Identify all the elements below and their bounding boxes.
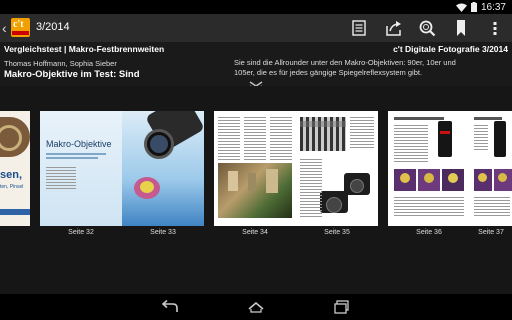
article-teaser: Sie sind die Allrounder unter den Makro-… <box>234 58 456 77</box>
article-authors: Thomas Hoffmann, Sophia Sieber <box>4 59 117 68</box>
share-icon[interactable] <box>385 19 403 37</box>
page-headline: Makro-Objektive <box>46 139 112 149</box>
bookmark-icon[interactable] <box>452 19 470 37</box>
action-bar: ‹ c't 3/2014 <box>0 14 512 42</box>
battery-icon <box>470 2 477 12</box>
issue-title: 3/2014 <box>36 21 70 33</box>
page-thumbnail-strip[interactable]: sen, ten, Pinsel Makro-Objektive Seite 3… <box>0 86 512 294</box>
status-bar: 16:37 <box>0 0 512 14</box>
page-label-34: Seite 34 <box>242 229 268 236</box>
page-thumbnail-prev[interactable]: sen, ten, Pinsel <box>0 111 30 226</box>
clock: 16:37 <box>480 1 506 13</box>
up-navigation-icon[interactable]: ‹ <box>2 21 7 35</box>
home-icon[interactable] <box>247 299 265 315</box>
back-icon[interactable] <box>161 299 179 315</box>
page-thumbnail-34[interactable] <box>214 111 296 226</box>
page-thumbnail-37[interactable] <box>470 111 512 226</box>
recent-apps-icon[interactable] <box>333 299 351 315</box>
page-thumbnail-32[interactable]: Makro-Objektive <box>40 111 122 226</box>
page-label-32: Seite 32 <box>68 229 94 236</box>
cover-headline: sen, <box>0 169 23 181</box>
toc-icon[interactable] <box>350 19 368 37</box>
article-headline: Makro-Objektive im Test: Sind <box>4 69 140 80</box>
magazine-issue: c't Digitale Fotografie 3/2014 <box>393 44 508 54</box>
page-label-37: Seite 37 <box>478 229 504 236</box>
page-label-35: Seite 35 <box>324 229 350 236</box>
search-icon[interactable] <box>418 19 436 37</box>
overflow-menu-icon[interactable] <box>486 19 504 37</box>
page-label-36: Seite 36 <box>416 229 442 236</box>
wifi-icon <box>455 3 467 12</box>
page-thumbnail-35[interactable] <box>296 111 378 226</box>
page-thumbnail-36[interactable] <box>388 111 470 226</box>
article-kicker: Vergleichstest | Makro-Festbrennweiten <box>4 44 165 54</box>
app-logo[interactable]: c't <box>11 18 30 37</box>
page-label-33: Seite 33 <box>150 229 176 236</box>
page-thumbnail-33[interactable] <box>122 111 204 226</box>
cover-subline: ten, Pinsel <box>0 184 24 190</box>
navigation-bar <box>0 294 512 320</box>
article-header[interactable]: Vergleichstest | Makro-Festbrennweiten c… <box>0 42 512 95</box>
